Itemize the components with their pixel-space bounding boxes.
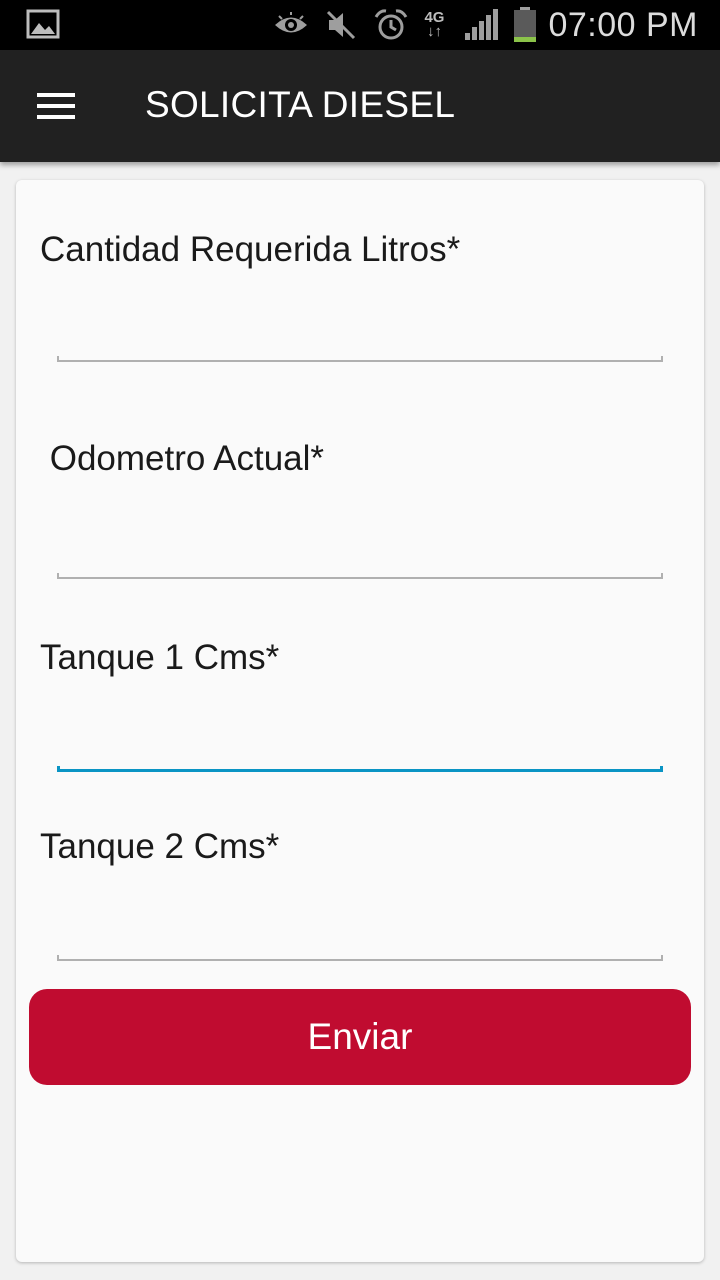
tanque-2-input[interactable] bbox=[58, 900, 662, 954]
odometro-input-underline bbox=[57, 573, 663, 579]
field-label-odometro: Odometro Actual* bbox=[40, 439, 325, 478]
battery-icon bbox=[512, 7, 538, 42]
image-icon bbox=[26, 9, 60, 39]
signal-icon bbox=[462, 8, 500, 42]
cantidad-input-underline bbox=[57, 356, 663, 362]
cantidad-litros-input[interactable] bbox=[58, 300, 662, 354]
network-type-indicator: 4G ↓↑ bbox=[424, 9, 445, 40]
eye-icon bbox=[272, 8, 310, 42]
status-bar: 4G ↓↑ 07:00 PM bbox=[0, 0, 720, 50]
app-bar: SOLICITA DIESEL bbox=[0, 50, 720, 162]
menu-icon[interactable] bbox=[34, 90, 78, 122]
tanque-1-input[interactable] bbox=[58, 710, 662, 764]
enviar-button[interactable]: Enviar bbox=[29, 989, 691, 1085]
field-label-cantidad: Cantidad Requerida Litros* bbox=[40, 230, 461, 269]
alarm-icon bbox=[372, 8, 410, 42]
status-icons: 4G ↓↑ 07:00 PM bbox=[260, 0, 720, 50]
tanque-2-input-underline bbox=[57, 955, 663, 961]
field-label-tanque-1: Tanque 1 Cms* bbox=[40, 638, 280, 677]
tanque-1-input-underline-focused bbox=[57, 766, 663, 772]
form-card: Cantidad Requerida Litros* Odometro Actu… bbox=[16, 180, 704, 1262]
field-label-tanque-2: Tanque 2 Cms* bbox=[40, 827, 280, 866]
page-title: SOLICITA DIESEL bbox=[145, 84, 456, 125]
mute-icon bbox=[322, 8, 360, 42]
odometro-input[interactable] bbox=[58, 516, 662, 570]
status-time: 07:00 PM bbox=[548, 5, 698, 44]
